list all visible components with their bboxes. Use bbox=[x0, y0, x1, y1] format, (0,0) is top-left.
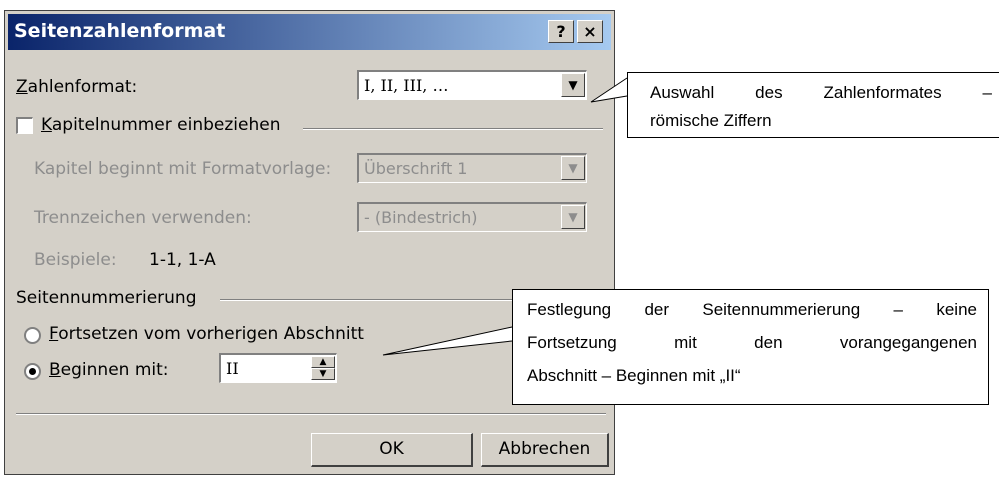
chevron-down-icon: ▼ bbox=[561, 205, 585, 229]
separator-value: - (Bindestrich) bbox=[364, 208, 478, 227]
number-format-label: Zahlenformat: bbox=[16, 77, 137, 97]
radio-selected-dot bbox=[29, 368, 36, 375]
ok-button[interactable]: OK bbox=[311, 433, 473, 467]
continue-accesskey: F bbox=[49, 324, 59, 344]
include-chapter-label-text: apitelnummer einbeziehen bbox=[51, 115, 281, 135]
number-format-value: I, II, III, … bbox=[364, 76, 449, 95]
continue-label-text: ortsetzen vom vorherigen Abschnitt bbox=[58, 324, 364, 344]
numbering-callout-line1: Festlegung der Seitennummerierung – kein… bbox=[527, 300, 977, 319]
footer-divider bbox=[16, 413, 606, 415]
start-at-label-text: eginnen mit: bbox=[60, 360, 169, 380]
continue-label[interactable]: Fortsetzen vom vorherigen Abschnitt bbox=[49, 324, 364, 344]
number-format-select[interactable]: I, II, III, … ▼ bbox=[357, 70, 587, 100]
chapter-divider bbox=[303, 128, 603, 130]
chevron-down-icon: ▼ bbox=[561, 156, 585, 180]
include-chapter-accesskey: K bbox=[41, 115, 52, 135]
start-at-accesskey: B bbox=[49, 360, 61, 380]
title-bar[interactable]: Seitenzahlenformat ? × bbox=[8, 14, 611, 50]
examples-value: 1-1, 1-A bbox=[149, 250, 216, 270]
close-button[interactable]: × bbox=[577, 20, 603, 43]
dialog-title: Seitenzahlenformat bbox=[14, 20, 226, 42]
page-numbering-divider bbox=[220, 299, 516, 301]
start-at-radio[interactable] bbox=[24, 363, 41, 380]
start-at-value: II bbox=[226, 359, 239, 378]
page-numbering-group-label: Seitennummerierung bbox=[16, 288, 197, 308]
chapter-style-select: Überschrift 1 ▼ bbox=[357, 153, 587, 183]
format-callout: Auswahl des Zahlenformates – römische Zi… bbox=[627, 72, 999, 138]
spin-down-icon[interactable]: ▼ bbox=[311, 368, 335, 380]
number-format-accesskey: Z bbox=[16, 77, 28, 97]
separator-label: Trennzeichen verwenden: bbox=[34, 208, 252, 228]
include-chapter-label[interactable]: Kapitelnummer einbeziehen bbox=[41, 115, 280, 135]
examples-label: Beispiele: bbox=[34, 250, 117, 270]
format-callout-line1: Auswahl des Zahlenformates – bbox=[650, 83, 992, 102]
continue-radio[interactable] bbox=[24, 327, 41, 344]
chapter-style-label: Kapitel beginnt mit Formatvorlage: bbox=[34, 159, 332, 179]
cancel-button[interactable]: Abbrechen bbox=[481, 433, 609, 467]
chevron-down-icon[interactable]: ▼ bbox=[561, 73, 585, 97]
number-format-label-text: ahlenformat: bbox=[27, 77, 138, 97]
numbering-callout-line2: Fortsetzung mit den vorangegangenen bbox=[527, 333, 977, 352]
chapter-style-value: Überschrift 1 bbox=[364, 159, 468, 178]
numbering-callout-line3: Abschnitt – Beginnen mit „II“ bbox=[527, 366, 741, 385]
help-button[interactable]: ? bbox=[548, 20, 574, 43]
numbering-callout: Festlegung der Seitennummerierung – kein… bbox=[512, 289, 989, 405]
page-number-format-dialog: Seitenzahlenformat ? × Zahlenformat: I, … bbox=[4, 10, 615, 475]
include-chapter-checkbox[interactable] bbox=[16, 117, 33, 134]
start-at-spinner[interactable]: II ▲ ▼ bbox=[219, 353, 337, 383]
start-at-label[interactable]: Beginnen mit: bbox=[49, 360, 169, 380]
format-callout-line2: römische Ziffern bbox=[650, 111, 772, 130]
separator-select: - (Bindestrich) ▼ bbox=[357, 202, 587, 232]
spin-up-icon[interactable]: ▲ bbox=[311, 356, 335, 368]
